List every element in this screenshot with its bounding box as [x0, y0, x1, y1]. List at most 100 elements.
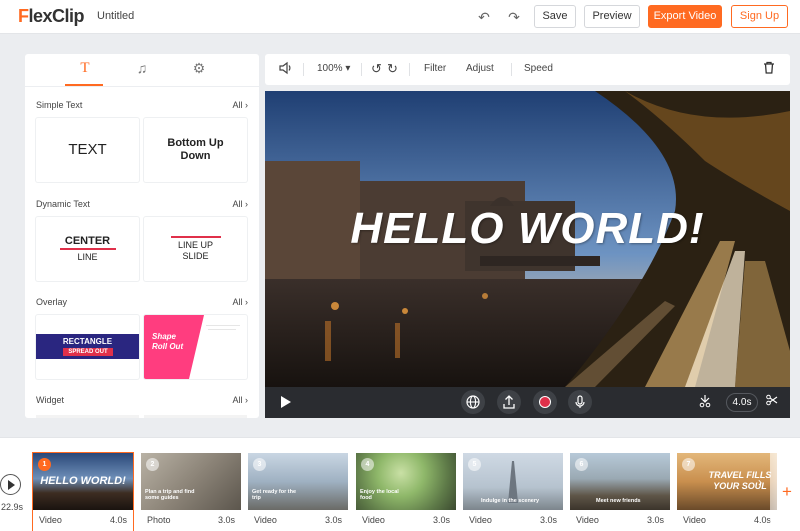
line-up-slide-card[interactable]: LINE UP SLIDE — [144, 217, 247, 281]
save-button[interactable]: Save — [534, 5, 576, 28]
section-title-dynamic-text: Dynamic Text — [36, 199, 90, 209]
bottom-up-down-card[interactable]: Bottom Up Down — [144, 118, 247, 182]
scissors-icon[interactable] — [766, 394, 778, 409]
shape-roll-out-card[interactable]: Shape Roll Out — [144, 315, 247, 379]
card-label: TEXT — [68, 141, 107, 158]
center-line-card[interactable]: CENTER LINE — [36, 217, 139, 281]
clip-duration: 4.0s — [109, 515, 127, 525]
redo-icon[interactable]: ↷ — [506, 9, 522, 25]
timeline-clip[interactable]: HELLO WORLD! 1 Video 4.0s — [33, 453, 133, 531]
clip-caption: Plan a trip and find some guides — [145, 489, 195, 501]
upload-icon[interactable] — [497, 390, 521, 414]
timeline-clip[interactable]: Indulge in the scenery 5 Video 3.0s — [463, 453, 563, 531]
clip-caption: Indulge in the scenery — [481, 498, 540, 504]
decor-line — [206, 325, 240, 326]
section-title-widget: Widget — [36, 395, 65, 405]
add-clip-icon[interactable]: + — [782, 483, 792, 500]
play-icon[interactable] — [281, 396, 291, 408]
sign-up-button[interactable]: Sign Up — [731, 5, 788, 28]
microphone-icon[interactable] — [568, 390, 592, 414]
clip-type: Video — [469, 515, 492, 525]
divider — [361, 63, 362, 76]
clip-duration: 3.0s — [432, 515, 450, 525]
timeline-play-button[interactable] — [0, 474, 21, 495]
clip-type: Video — [576, 515, 599, 525]
widget-card[interactable] — [144, 415, 247, 418]
accent-bar — [170, 236, 221, 238]
clip-type: Video — [39, 515, 62, 525]
timeline: 22.9s HELLO WORLD! 1 Video 4.0s Plan a t… — [0, 437, 800, 531]
preview-button[interactable]: Preview — [584, 5, 640, 28]
card-label-line2: SLIDE — [182, 251, 209, 261]
video-preview[interactable]: HELLO WORLD! — [265, 91, 790, 387]
trash-icon[interactable] — [763, 61, 775, 77]
zoom-select[interactable]: 100% ▾ — [317, 63, 350, 74]
volume-icon[interactable] — [279, 61, 293, 78]
clip-type: Photo — [147, 515, 171, 525]
clip-caption: Enjoy the local food — [360, 489, 399, 501]
clip-number-badge: 4 — [361, 458, 374, 471]
timeline-clip[interactable]: Get ready for the trip 3 Video 3.0s — [248, 453, 348, 531]
adjust-button[interactable]: Adjust — [466, 63, 494, 74]
overlay-all-link[interactable]: All › — [232, 297, 248, 307]
card-label-line2: LINE — [77, 252, 98, 262]
active-tab-indicator — [65, 84, 103, 86]
record-icon[interactable] — [533, 390, 557, 414]
rectangle-spread-out-card[interactable]: RECTANGLE SPREAD OUT — [36, 315, 139, 379]
timeline-clip[interactable]: Enjoy the local food 4 Video 3.0s — [356, 453, 456, 531]
simple-text-all-link[interactable]: All › — [232, 100, 248, 110]
card-label-line1: CENTER — [64, 235, 111, 247]
clip-duration-input[interactable]: 4.0s — [726, 393, 758, 412]
top-bar: FlexClip Untitled ↶ ↷ Save Preview Expor… — [0, 0, 800, 34]
clip-caption: Meet new friends — [596, 498, 641, 504]
decor-line — [208, 329, 236, 330]
clip-type: Video — [683, 515, 706, 525]
widget-all-link[interactable]: All › — [232, 395, 248, 405]
accent-bar — [59, 248, 116, 250]
export-video-button[interactable]: Export Video — [648, 5, 722, 28]
card-label-line2: Down — [180, 150, 211, 162]
dynamic-text-all-link[interactable]: All › — [232, 199, 248, 209]
card-label: Shape Roll Out — [152, 332, 184, 351]
clip-duration: 4.0s — [753, 515, 771, 525]
timeline-clip[interactable]: Meet new friends 6 Video 3.0s — [570, 453, 670, 531]
clip-type: Video — [254, 515, 277, 525]
split-icon[interactable] — [699, 394, 711, 411]
hello-world-text[interactable]: HELLO WORLD! — [265, 204, 790, 254]
clip-caption: HELLO WORLD! — [40, 475, 126, 487]
card-label-line1: LINE UP — [177, 240, 213, 250]
filter-button[interactable]: Filter — [424, 63, 446, 74]
rotate-right-icon[interactable]: ↻ — [387, 61, 398, 77]
music-icon[interactable]: ♫ — [130, 60, 154, 80]
speed-button[interactable]: Speed — [524, 63, 553, 74]
undo-icon[interactable]: ↶ — [476, 9, 492, 25]
flexclip-logo[interactable]: FlexClip — [18, 6, 85, 27]
clip-caption: Get ready for the trip — [252, 489, 297, 501]
text-overlay[interactable]: HELLO WORLD! — [265, 204, 790, 264]
globe-icon[interactable] — [461, 390, 485, 414]
section-title-overlay: Overlay — [36, 297, 68, 307]
clip-duration: 3.0s — [646, 515, 664, 525]
widget-card[interactable] — [36, 415, 139, 418]
clip-type: Video — [362, 515, 385, 525]
clip-number-badge: 2 — [146, 458, 159, 471]
card-label-line2: SPREAD OUT — [63, 348, 113, 356]
rotate-left-icon[interactable]: ↺ — [371, 61, 382, 77]
text-template-card[interactable]: TEXT — [36, 118, 139, 182]
clip-duration: 3.0s — [324, 515, 342, 525]
divider — [511, 63, 512, 76]
settings-icon[interactable]: ⚙ — [187, 60, 211, 80]
clip-number-badge: 1 — [38, 458, 51, 471]
card-label-line1: RECTANGLE — [62, 337, 113, 346]
clip-duration: 3.0s — [539, 515, 557, 525]
text-icon[interactable]: T — [73, 60, 97, 80]
clip-number-badge: 6 — [575, 458, 588, 471]
total-duration: 22.9s — [1, 502, 24, 512]
chevron-right-icon[interactable]: › — [758, 470, 770, 494]
clip-duration: 3.0s — [217, 515, 235, 525]
timeline-clip[interactable]: Plan a trip and find some guides 2 Photo… — [141, 453, 241, 531]
project-title[interactable]: Untitled — [97, 10, 134, 22]
divider — [409, 63, 410, 76]
record-dot — [540, 397, 550, 407]
playback-controls: 4.0s — [265, 387, 790, 418]
